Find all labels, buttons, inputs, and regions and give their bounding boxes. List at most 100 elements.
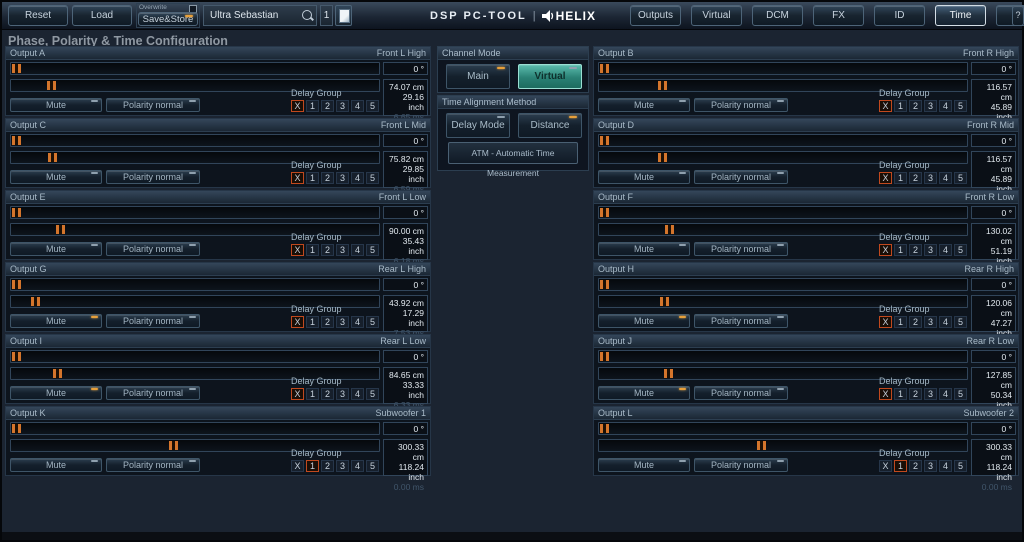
delay-group-cell-4[interactable]: 4 [351, 244, 364, 256]
polarity-button[interactable]: Polarity normal [106, 386, 200, 400]
phase-slider[interactable] [10, 62, 380, 75]
delay-group-cell-5[interactable]: 5 [366, 388, 379, 400]
distance-slider-handle[interactable] [657, 153, 667, 162]
phase-slider[interactable] [598, 134, 968, 147]
delay-group-cell-5[interactable]: 5 [366, 172, 379, 184]
phase-slider-handle[interactable] [12, 208, 21, 217]
phase-slider[interactable] [10, 350, 380, 363]
polarity-button[interactable]: Polarity normal [106, 458, 200, 472]
polarity-button[interactable]: Polarity normal [106, 98, 200, 112]
nav-virtual-button[interactable]: Virtual [691, 5, 742, 26]
polarity-button[interactable]: Polarity normal [694, 242, 788, 256]
delay-group-cell-1[interactable]: 1 [894, 460, 907, 472]
distance-slider-handle[interactable] [47, 81, 57, 90]
delay-group-cell-4[interactable]: 4 [939, 316, 952, 328]
delay-group-cell-5[interactable]: 5 [366, 100, 379, 112]
delay-group-cell-3[interactable]: 3 [336, 172, 349, 184]
delay-group-cell-5[interactable]: 5 [366, 460, 379, 472]
distance-slider-handle[interactable] [657, 81, 667, 90]
polarity-button[interactable]: Polarity normal [106, 314, 200, 328]
delay-group-cell-4[interactable]: 4 [351, 388, 364, 400]
delay-group-cell-3[interactable]: 3 [924, 388, 937, 400]
polarity-button[interactable]: Polarity normal [694, 386, 788, 400]
nav-time-button[interactable]: Time [935, 5, 986, 26]
delay-group-cell-2[interactable]: 2 [909, 460, 922, 472]
delay-group-cell-2[interactable]: 2 [909, 172, 922, 184]
polarity-button[interactable]: Polarity normal [694, 314, 788, 328]
distance-slider-handle[interactable] [30, 297, 40, 306]
phase-slider-handle[interactable] [600, 208, 609, 217]
phase-slider[interactable] [598, 350, 968, 363]
delay-group-cell-2[interactable]: 2 [321, 316, 334, 328]
polarity-button[interactable]: Polarity normal [694, 98, 788, 112]
mute-button[interactable]: Mute [598, 458, 690, 472]
delay-group-cell-4[interactable]: 4 [939, 460, 952, 472]
nav-fx-button[interactable]: FX [813, 5, 864, 26]
atm-button[interactable]: ATM - Automatic Time Measurement [448, 142, 578, 178]
phase-slider[interactable] [598, 278, 968, 291]
delay-group-cell-x[interactable]: X [291, 172, 304, 184]
distance-slider-handle[interactable] [47, 153, 57, 162]
edit-document-button[interactable] [335, 5, 352, 26]
save-store-button[interactable]: Save&Store [138, 12, 198, 26]
mute-button[interactable]: Mute [10, 458, 102, 472]
mute-button[interactable]: Mute [598, 386, 690, 400]
delay-group-cell-5[interactable]: 5 [954, 460, 967, 472]
phase-slider[interactable] [10, 278, 380, 291]
delay-group-cell-2[interactable]: 2 [321, 388, 334, 400]
delay-group-cell-x[interactable]: X [879, 388, 892, 400]
delay-group-cell-3[interactable]: 3 [336, 388, 349, 400]
delay-group-cell-2[interactable]: 2 [909, 244, 922, 256]
phase-slider-handle[interactable] [600, 136, 609, 145]
delay-group-cell-x[interactable]: X [879, 460, 892, 472]
phase-slider-handle[interactable] [600, 64, 609, 73]
delay-group-cell-x[interactable]: X [291, 100, 304, 112]
help-button[interactable]: ? [1012, 5, 1024, 26]
mute-button[interactable]: Mute [598, 98, 690, 112]
memory-slot-input[interactable]: 1 [320, 5, 333, 26]
delay-group-cell-4[interactable]: 4 [939, 100, 952, 112]
distance-slider-handle[interactable] [757, 441, 767, 450]
distance-slider-handle[interactable] [52, 369, 62, 378]
polarity-button[interactable]: Polarity normal [106, 242, 200, 256]
delay-group-cell-2[interactable]: 2 [321, 244, 334, 256]
delay-group-cell-2[interactable]: 2 [909, 100, 922, 112]
delay-group-cell-4[interactable]: 4 [351, 172, 364, 184]
delay-group-cell-4[interactable]: 4 [351, 316, 364, 328]
mute-button[interactable]: Mute [10, 242, 102, 256]
phase-slider-handle[interactable] [12, 136, 21, 145]
delay-group-cell-4[interactable]: 4 [939, 388, 952, 400]
delay-group-cell-1[interactable]: 1 [306, 100, 319, 112]
delay-group-cell-1[interactable]: 1 [306, 172, 319, 184]
delay-group-cell-3[interactable]: 3 [924, 316, 937, 328]
delay-group-cell-2[interactable]: 2 [909, 316, 922, 328]
load-button[interactable]: Load [72, 5, 132, 26]
phase-slider[interactable] [598, 206, 968, 219]
delay-group-cell-5[interactable]: 5 [954, 316, 967, 328]
delay-group-cell-x[interactable]: X [879, 172, 892, 184]
delay-group-cell-5[interactable]: 5 [954, 172, 967, 184]
delay-group-cell-3[interactable]: 3 [336, 244, 349, 256]
distance-slider-handle[interactable] [659, 297, 669, 306]
mute-button[interactable]: Mute [598, 242, 690, 256]
delay-group-cell-3[interactable]: 3 [336, 460, 349, 472]
delay-group-cell-5[interactable]: 5 [954, 100, 967, 112]
distance-mode-button[interactable]: Distance Mode [518, 113, 582, 154]
reset-button[interactable]: Reset [8, 5, 68, 26]
mute-button[interactable]: Mute [10, 314, 102, 328]
phase-slider-handle[interactable] [600, 424, 609, 433]
delay-group-cell-x[interactable]: X [879, 244, 892, 256]
delay-group-cell-3[interactable]: 3 [336, 316, 349, 328]
delay-group-cell-5[interactable]: 5 [366, 316, 379, 328]
delay-group-cell-1[interactable]: 1 [306, 388, 319, 400]
phase-slider[interactable] [10, 134, 380, 147]
mute-button[interactable]: Mute [10, 170, 102, 184]
phase-slider-handle[interactable] [12, 64, 21, 73]
distance-slider-handle[interactable] [169, 441, 179, 450]
delay-group-cell-1[interactable]: 1 [894, 244, 907, 256]
mute-button[interactable]: Mute [598, 170, 690, 184]
phase-slider-handle[interactable] [12, 280, 21, 289]
phase-slider-handle[interactable] [600, 280, 609, 289]
delay-group-cell-5[interactable]: 5 [366, 244, 379, 256]
delay-group-cell-2[interactable]: 2 [321, 100, 334, 112]
